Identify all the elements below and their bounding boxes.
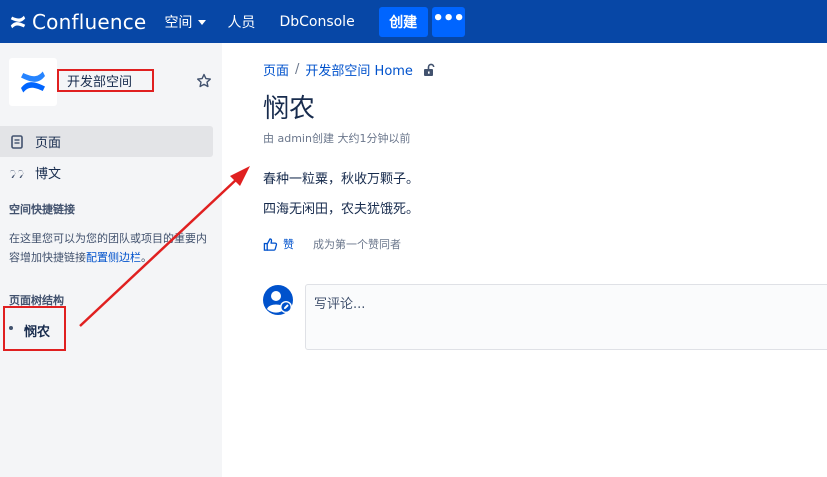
- breadcrumb: 页面 / 开发部空间 Home: [263, 60, 436, 79]
- quote-icon: [9, 165, 25, 181]
- breadcrumb-separator: /: [295, 62, 300, 77]
- page-byline: 由 admin创建 大约1分钟以前: [263, 132, 411, 145]
- sidebar-item-pages[interactable]: 页面: [0, 126, 213, 157]
- create-button[interactable]: 创建: [378, 6, 428, 37]
- shortcuts-heading: 空间快捷链接: [9, 203, 75, 216]
- shortcuts-description: 在这里您可以为您的团队或项目的重要内容增加快捷链接配置侧边栏。: [9, 229, 214, 267]
- user-avatar-icon: [263, 285, 293, 315]
- breadcrumb-space-home[interactable]: 开发部空间 Home: [305, 60, 413, 79]
- confluence-logo-icon: [21, 71, 45, 93]
- nav-spaces-dropdown[interactable]: 空间: [164, 0, 207, 43]
- page-icon: [9, 134, 25, 150]
- nav-people[interactable]: 人员: [227, 0, 255, 43]
- page-title: 悯农: [263, 94, 316, 124]
- space-avatar[interactable]: [9, 58, 57, 106]
- like-button[interactable]: 赞: [283, 236, 294, 252]
- brand-name: Confluence: [32, 9, 147, 34]
- unlock-icon[interactable]: [422, 63, 436, 77]
- nav-spaces-label: 空间: [164, 14, 193, 31]
- like-prompt: 成为第一个赞同者: [313, 238, 401, 251]
- thumbs-up-icon[interactable]: [263, 237, 278, 252]
- sidebar-item-label: 页面: [35, 136, 62, 151]
- page-body-line: 四海无闲田，农夫犹饿死。: [263, 202, 420, 217]
- space-sidebar: 开发部空间 页面 博文 空间快捷链接 在这里您可以为您的团队或项目的重要内容增加…: [0, 43, 222, 477]
- like-row: 赞 成为第一个赞同者: [263, 236, 401, 252]
- page-tree-item[interactable]: 悯农: [24, 321, 50, 340]
- space-name[interactable]: 开发部空间: [57, 69, 154, 92]
- confluence-logo-icon: [10, 15, 26, 28]
- star-icon[interactable]: [196, 73, 212, 89]
- breadcrumb-pages[interactable]: 页面: [263, 60, 289, 79]
- confluence-logo[interactable]: Confluence: [9, 0, 146, 43]
- sidebar-item-blog[interactable]: 博文: [0, 157, 213, 188]
- tree-bullet: [9, 326, 13, 330]
- page-body-line: 春种一粒粟，秋收万颗子。: [263, 172, 420, 187]
- nav-dbconsole[interactable]: DbConsole: [279, 0, 354, 43]
- configure-sidebar-link[interactable]: 配置侧边栏: [86, 251, 141, 264]
- more-button[interactable]: •••: [431, 6, 465, 37]
- shortcuts-text-end: 。: [141, 251, 152, 264]
- sidebar-item-label: 博文: [35, 167, 62, 182]
- comment-input[interactable]: 写评论...: [305, 284, 827, 350]
- chevron-down-icon: [198, 20, 207, 25]
- top-navigation-bar: Confluence 空间 人员 DbConsole 创建 •••: [0, 0, 827, 43]
